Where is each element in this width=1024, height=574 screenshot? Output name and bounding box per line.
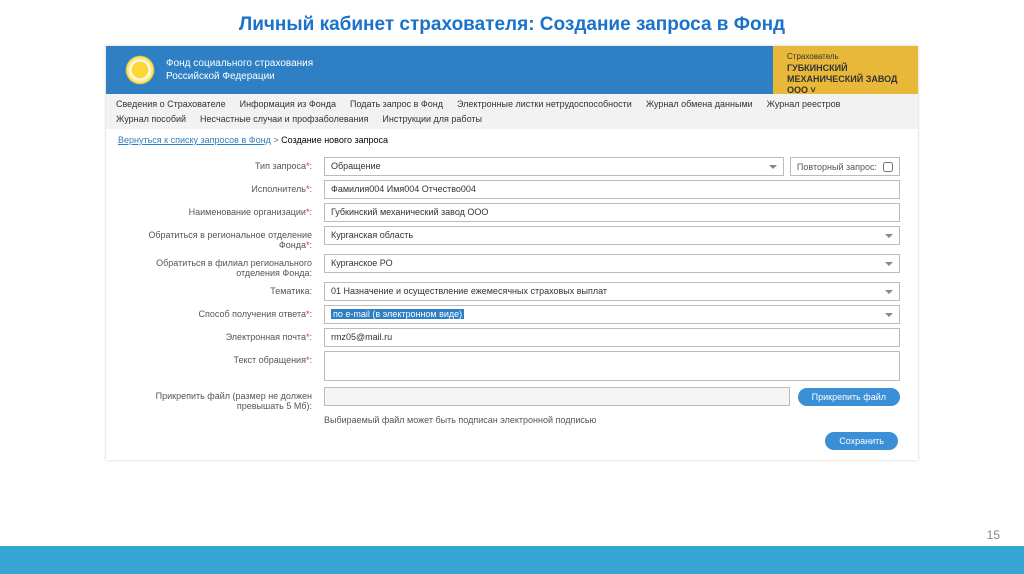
label-region: Обратиться в региональное отделение Фонд…: [124, 226, 324, 250]
label-executor: Исполнитель*:: [124, 180, 324, 194]
breadcrumb-current: Создание нового запроса: [281, 135, 388, 145]
repeat-checkbox-container: Повторный запрос:: [790, 157, 900, 176]
header-logo-area: Фонд социального страхования Российской …: [106, 46, 773, 94]
attach-hint: Выбираемый файл может быть подписан элек…: [324, 415, 900, 425]
label-type: Тип запроса*:: [124, 157, 324, 171]
app-window: Фонд социального страхования Российской …: [106, 46, 918, 460]
nav-benefits-journal[interactable]: Журнал пособий: [116, 114, 186, 124]
fss-logo-icon: [124, 54, 156, 86]
input-file-path: [324, 387, 790, 406]
textarea-message[interactable]: [324, 351, 900, 381]
attach-file-button[interactable]: Прикрепить файл: [798, 388, 900, 406]
label-attach: Прикрепить файл (размер не должен превыш…: [124, 387, 324, 411]
select-request-type[interactable]: Обращение: [324, 157, 784, 176]
bottom-bar: [0, 546, 1024, 574]
user-block[interactable]: Страхователь ГУБКИНСКИЙ МЕХАНИЧЕСКИЙ ЗАВ…: [773, 46, 918, 94]
select-reply-method[interactable]: по e-mail (в электронном виде): [324, 305, 900, 324]
nav-registry-journal[interactable]: Журнал реестров: [767, 99, 841, 109]
slide-title: Личный кабинет страхователя: Создание за…: [0, 0, 1024, 46]
nav-row-2: Журнал пособий Несчастные случаи и профз…: [106, 114, 918, 129]
label-topic: Тематика:: [124, 282, 324, 296]
input-organization[interactable]: Губкинский механический завод ООО: [324, 203, 900, 222]
input-email[interactable]: rmz05@mail.ru: [324, 328, 900, 347]
breadcrumb-back-link[interactable]: Вернуться к списку запросов в Фонд: [118, 135, 271, 145]
form-area: Тип запроса*: Обращение Повторный запрос…: [106, 151, 918, 460]
nav-instructions[interactable]: Инструкции для работы: [382, 114, 482, 124]
label-org: Наименование организации*:: [124, 203, 324, 217]
nav-accidents[interactable]: Несчастные случаи и профзаболевания: [200, 114, 368, 124]
label-repeat: Повторный запрос:: [797, 162, 877, 172]
label-reply: Способ получения ответа*:: [124, 305, 324, 319]
org-line2: Российской Федерации: [166, 70, 313, 83]
page-number: 15: [987, 528, 1000, 542]
user-name: ГУБКИНСКИЙ МЕХАНИЧЕСКИЙ ЗАВОД ООО ˅: [787, 63, 904, 95]
nav-eln[interactable]: Электронные листки нетрудоспособности: [457, 99, 632, 109]
nav-insurer-info[interactable]: Сведения о Страхователе: [116, 99, 226, 109]
breadcrumb-sep: >: [273, 135, 278, 145]
label-text: Текст обращения*:: [124, 351, 324, 365]
header-bar: Фонд социального страхования Российской …: [106, 46, 918, 94]
nav-fund-info[interactable]: Информация из Фонда: [240, 99, 336, 109]
select-branch[interactable]: Курганское РО: [324, 254, 900, 273]
input-executor[interactable]: Фамилия004 Имя004 Отчество004: [324, 180, 900, 199]
nav-submit-request[interactable]: Подать запрос в Фонд: [350, 99, 443, 109]
select-region[interactable]: Курганская область: [324, 226, 900, 245]
nav-row-1: Сведения о Страхователе Информация из Фо…: [106, 94, 918, 114]
user-role: Страхователь: [787, 52, 904, 61]
label-branch: Обратиться в филиал регионального отделе…: [124, 254, 324, 278]
breadcrumb: Вернуться к списку запросов в Фонд > Соз…: [106, 129, 918, 151]
header-org-title: Фонд социального страхования Российской …: [166, 57, 313, 83]
select-topic[interactable]: 01 Назначение и осуществление ежемесячны…: [324, 282, 900, 301]
org-line1: Фонд социального страхования: [166, 57, 313, 70]
label-email: Электронная почта*:: [124, 328, 324, 342]
nav-exchange-journal[interactable]: Журнал обмена данными: [646, 99, 753, 109]
save-button[interactable]: Сохранить: [825, 432, 898, 450]
checkbox-repeat[interactable]: [883, 162, 893, 172]
